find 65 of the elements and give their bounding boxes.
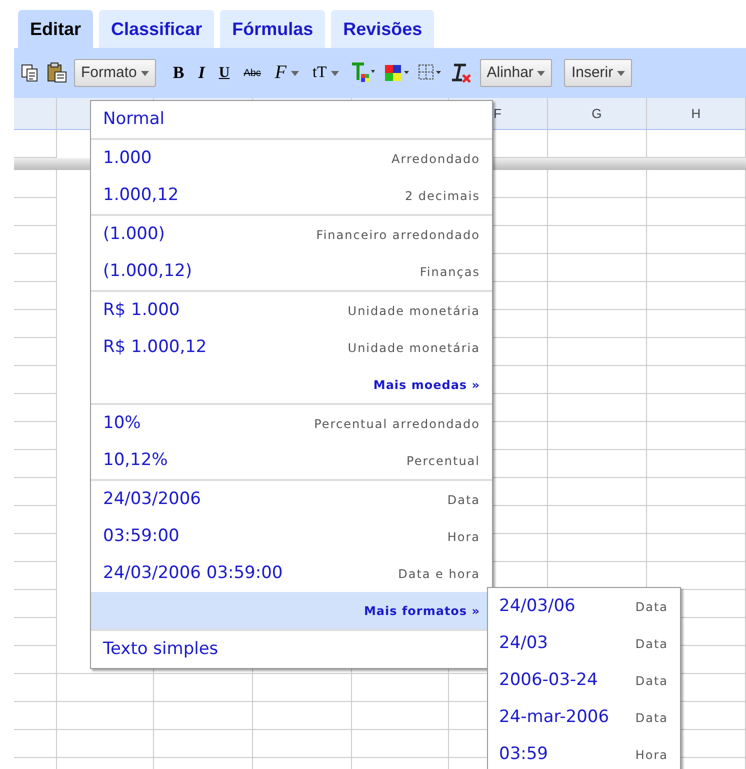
format-example: 24/03: [499, 632, 548, 655]
column-header-cell[interactable]: H: [646, 98, 746, 129]
font-size-button[interactable]: tT: [310, 61, 342, 85]
underline-button[interactable]: U: [216, 62, 233, 84]
format-description: Hora: [447, 528, 480, 546]
format-example: (1.000): [103, 222, 165, 246]
format-description: Financeiro arredondado: [316, 226, 480, 244]
strikethrough-button[interactable]: Abc: [240, 66, 264, 80]
menu-item[interactable]: (1.000,12) Finanças: [91, 253, 492, 290]
format-example: 10%: [103, 412, 141, 435]
format-dropdown[interactable]: Formato: [74, 59, 156, 87]
format-example: 1.000: [103, 146, 152, 170]
column-letter: G: [592, 104, 602, 123]
format-example: 10,12%: [103, 448, 168, 472]
format-example: 03:59:00: [103, 524, 180, 548]
format-description: Data: [447, 492, 480, 508]
menu-item[interactable]: 24/03/2006 03:59:00 Data e hora: [91, 555, 492, 592]
menu-item[interactable]: 24/03/2006 Data: [91, 481, 492, 518]
menu-item[interactable]: Normal: [91, 101, 492, 138]
format-example: 24/03/2006: [103, 488, 201, 511]
more-link[interactable]: Mais moedas »: [91, 366, 492, 403]
format-description: Percentual arredondado: [314, 416, 480, 432]
column-header-cell[interactable]: G: [548, 98, 647, 129]
format-example: 24/03/2006 03:59:00: [103, 562, 283, 585]
tab[interactable]: Classificar: [99, 10, 214, 48]
format-example: 24/03/06: [499, 594, 576, 618]
format-description: Hora: [635, 746, 668, 764]
menu-item[interactable]: 10,12% Percentual: [91, 442, 492, 479]
format-example: 1.000,12: [103, 184, 179, 207]
column-letter: F: [493, 104, 502, 123]
align-dropdown[interactable]: Alinhar: [480, 59, 552, 87]
format-description: Percentual: [406, 452, 480, 470]
menu-item[interactable]: 24-mar-2006 Data: [488, 699, 680, 736]
menu-item[interactable]: R$ 1.000 Unidade monetária: [91, 292, 492, 329]
format-description: Data e hora: [398, 566, 480, 582]
format-example: 24-mar-2006: [499, 706, 610, 729]
insert-dropdown[interactable]: Inserir: [564, 59, 632, 87]
format-description: Data: [635, 710, 668, 726]
format-description: Unidade monetária: [348, 302, 480, 320]
format-description: Unidade monetária: [348, 340, 480, 356]
font-button[interactable]: F: [272, 58, 302, 88]
menu-item[interactable]: 10% Percentual arredondado: [91, 405, 492, 442]
format-description: Data: [635, 636, 668, 652]
format-example: R$ 1.000: [103, 298, 180, 322]
tab[interactable]: Revisões: [331, 10, 434, 48]
menu-item[interactable]: 03:59 Hora: [488, 736, 680, 769]
menu-item[interactable]: 1.000 Arredondado: [91, 140, 492, 177]
italic-button[interactable]: I: [195, 60, 208, 86]
format-description: Finanças: [420, 264, 480, 280]
format-description: 2 decimais: [404, 188, 480, 204]
menu-item[interactable]: (1.000) Financeiro arredondado: [91, 216, 492, 253]
format-description: Arredondado: [392, 150, 480, 168]
column-letter: H: [691, 104, 701, 123]
format-example: (1.000,12): [103, 260, 192, 283]
format-example: 2006-03-24: [499, 668, 598, 692]
tab[interactable]: Fórmulas: [220, 10, 326, 48]
menu-item[interactable]: R$ 1.000,12 Unidade monetária: [91, 329, 492, 366]
format-description: Data: [635, 598, 668, 616]
menu-item[interactable]: 1.000,12 2 decimais: [91, 177, 492, 214]
menu-item[interactable]: 03:59:00 Hora: [91, 518, 492, 555]
format-example: 03:59: [499, 742, 548, 766]
tab[interactable]: Editar: [18, 10, 94, 48]
format-example: R$ 1.000,12: [103, 336, 207, 359]
format-description: Data: [635, 672, 668, 690]
bold-button[interactable]: B: [170, 60, 188, 86]
